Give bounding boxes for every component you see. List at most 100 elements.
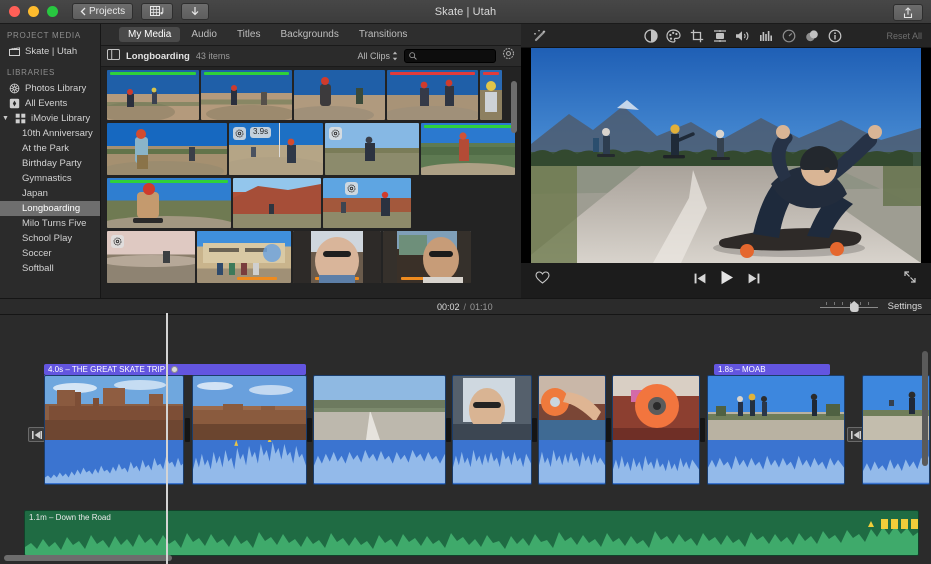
speed-icon[interactable] bbox=[777, 25, 800, 47]
clip-row[interactable] bbox=[105, 178, 521, 228]
tab-titles[interactable]: Titles bbox=[228, 27, 270, 42]
timeline-playhead[interactable] bbox=[166, 315, 168, 564]
skip-previous-icon[interactable] bbox=[694, 271, 706, 289]
clip-thumbnail[interactable] bbox=[421, 123, 515, 175]
frame-art bbox=[294, 77, 374, 120]
filmstrip-frame[interactable] bbox=[294, 70, 385, 120]
timeline-clip-car-selfie[interactable] bbox=[452, 375, 532, 485]
color-balance-icon[interactable] bbox=[639, 25, 662, 47]
clip-thumbnail[interactable] bbox=[107, 123, 227, 175]
info-icon[interactable] bbox=[823, 25, 846, 47]
sidebar-item-10th-anniversary[interactable]: 10th Anniversary bbox=[0, 126, 100, 141]
sidebar-toggle-icon[interactable] bbox=[107, 47, 120, 65]
clip-thumbnail[interactable]: 3.9s bbox=[229, 123, 323, 175]
sidebar-item-milo-turns-five[interactable]: Milo Turns Five bbox=[0, 216, 100, 231]
tab-backgrounds[interactable]: Backgrounds bbox=[271, 27, 347, 42]
crop-icon[interactable] bbox=[685, 25, 708, 47]
timeline-body[interactable]: 4.0s – THE GREAT SKATE TRIP 1.8s – MOAB bbox=[0, 315, 931, 564]
sidebar-item-project-skate-utah[interactable]: Skate | Utah bbox=[0, 44, 100, 59]
stabilization-icon[interactable] bbox=[708, 25, 731, 47]
skip-next-icon[interactable] bbox=[748, 271, 760, 289]
timeline-clip-orange-wheel[interactable] bbox=[612, 375, 700, 485]
timeline[interactable]: 4.0s – THE GREAT SKATE TRIP 1.8s – MOAB bbox=[0, 315, 931, 564]
timeline-settings-button[interactable]: Settings bbox=[888, 301, 922, 312]
sidebar-item-at-the-park[interactable]: At the Park bbox=[0, 141, 100, 156]
clip-thumbnail[interactable] bbox=[107, 178, 231, 228]
filters-icon[interactable] bbox=[800, 25, 823, 47]
sidebar-item-school-play[interactable]: School Play bbox=[0, 231, 100, 246]
clip-connector[interactable] bbox=[307, 418, 312, 442]
sidebar-item-photos-library[interactable]: Photos Library bbox=[0, 81, 100, 96]
thumb-art bbox=[107, 183, 231, 228]
volume-icon[interactable] bbox=[731, 25, 754, 47]
video-preview[interactable] bbox=[521, 48, 931, 263]
clip-connector[interactable] bbox=[446, 418, 451, 442]
sidebar-item-birthday-party[interactable]: Birthday Party bbox=[0, 156, 100, 171]
keyframe-handle-icon[interactable] bbox=[171, 366, 179, 373]
clip-thumbnail[interactable] bbox=[197, 231, 291, 283]
sidebar-item-all-events[interactable]: All Events bbox=[0, 96, 100, 111]
clip-thumbnail[interactable] bbox=[233, 178, 321, 228]
sidebar-item-japan[interactable]: Japan bbox=[0, 186, 100, 201]
title-clip[interactable]: 4.0s – THE GREAT SKATE TRIP bbox=[44, 364, 306, 375]
clip-filmstrip-selected[interactable] bbox=[105, 70, 521, 120]
noise-reduction-icon[interactable] bbox=[754, 25, 777, 47]
clip-thumbnail[interactable] bbox=[323, 178, 411, 228]
clip-connector[interactable] bbox=[185, 418, 190, 442]
clip-thumbnail[interactable] bbox=[325, 123, 419, 175]
tab-my-media[interactable]: My Media bbox=[119, 27, 181, 42]
reset-all-button[interactable]: Reset All bbox=[886, 31, 924, 41]
disclosure-triangle-icon[interactable]: ▼ bbox=[2, 115, 10, 122]
browser-settings-gear-icon[interactable] bbox=[502, 47, 515, 65]
tab-transitions[interactable]: Transitions bbox=[350, 27, 417, 42]
filmstrip-frame-partial[interactable] bbox=[480, 70, 502, 120]
timeline-horizontal-scrollbar[interactable] bbox=[4, 555, 172, 561]
filmstrip-frame[interactable] bbox=[201, 70, 292, 120]
timeline-clip-group-roadside[interactable] bbox=[707, 375, 845, 485]
clip-grid[interactable]: 3.9s bbox=[101, 67, 521, 298]
zoom-knob[interactable] bbox=[849, 301, 859, 312]
search-field[interactable] bbox=[404, 49, 496, 63]
clip-audio-waveform bbox=[539, 440, 605, 484]
auto-enhance-wand-icon[interactable] bbox=[528, 25, 551, 47]
clip-audio-waveform bbox=[314, 440, 445, 484]
clip-thumbnail[interactable] bbox=[107, 231, 195, 283]
clip-thumbnail[interactable] bbox=[293, 231, 381, 283]
clip-start-marker[interactable] bbox=[28, 427, 45, 442]
timeline-clip-canyonlands[interactable] bbox=[192, 375, 307, 485]
filmstrip-frame[interactable] bbox=[107, 70, 199, 120]
sidebar[interactable]: PROJECT MEDIA Skate | Utah LIBRARIES Pho… bbox=[0, 24, 101, 298]
sidebar-item-softball[interactable]: Softball bbox=[0, 261, 100, 276]
expand-icon[interactable] bbox=[903, 270, 917, 289]
sidebar-item-gymnastics[interactable]: Gymnastics bbox=[0, 171, 100, 186]
search-input[interactable] bbox=[420, 51, 490, 61]
filmstrip-frame[interactable] bbox=[387, 70, 478, 120]
clip-connector[interactable] bbox=[532, 418, 537, 442]
sidebar-item-label: Longboarding bbox=[22, 203, 81, 214]
clip-audio-waveform bbox=[453, 440, 531, 484]
share-button[interactable] bbox=[893, 4, 923, 21]
timeline-clip-desert-road[interactable] bbox=[313, 375, 446, 485]
favorite-heart-icon[interactable] bbox=[535, 270, 550, 289]
timeline-music-clip[interactable]: 1.1m – Down the Road bbox=[24, 510, 919, 556]
clip-connector[interactable] bbox=[606, 418, 611, 442]
tab-audio[interactable]: Audio bbox=[182, 27, 226, 42]
clip-row[interactable]: 3.9s bbox=[105, 123, 521, 175]
clip-connector[interactable] bbox=[700, 418, 705, 442]
sidebar-item-imovie-library[interactable]: ▼ iMovie Library bbox=[0, 111, 100, 126]
sidebar-item-label: Soccer bbox=[22, 248, 52, 259]
timeline-clip-skate-wheel-hand[interactable] bbox=[538, 375, 606, 485]
clip-row[interactable] bbox=[105, 231, 521, 283]
timeline-clip-skater-start[interactable] bbox=[862, 375, 930, 485]
play-icon[interactable] bbox=[720, 270, 734, 290]
clip-thumbnail[interactable] bbox=[383, 231, 471, 283]
timeline-clip-monument-valley[interactable] bbox=[44, 375, 184, 485]
browser-vertical-scrollbar[interactable] bbox=[511, 81, 517, 133]
clip-filter-popup[interactable]: All Clips bbox=[357, 51, 398, 61]
sidebar-item-longboarding[interactable]: Longboarding bbox=[0, 201, 100, 216]
timeline-vertical-scrollbar[interactable] bbox=[922, 351, 928, 466]
sidebar-item-soccer[interactable]: Soccer bbox=[0, 246, 100, 261]
zoom-slider[interactable] bbox=[819, 301, 878, 312]
color-correction-icon[interactable] bbox=[662, 25, 685, 47]
title-clip[interactable]: 1.8s – MOAB bbox=[714, 364, 830, 375]
